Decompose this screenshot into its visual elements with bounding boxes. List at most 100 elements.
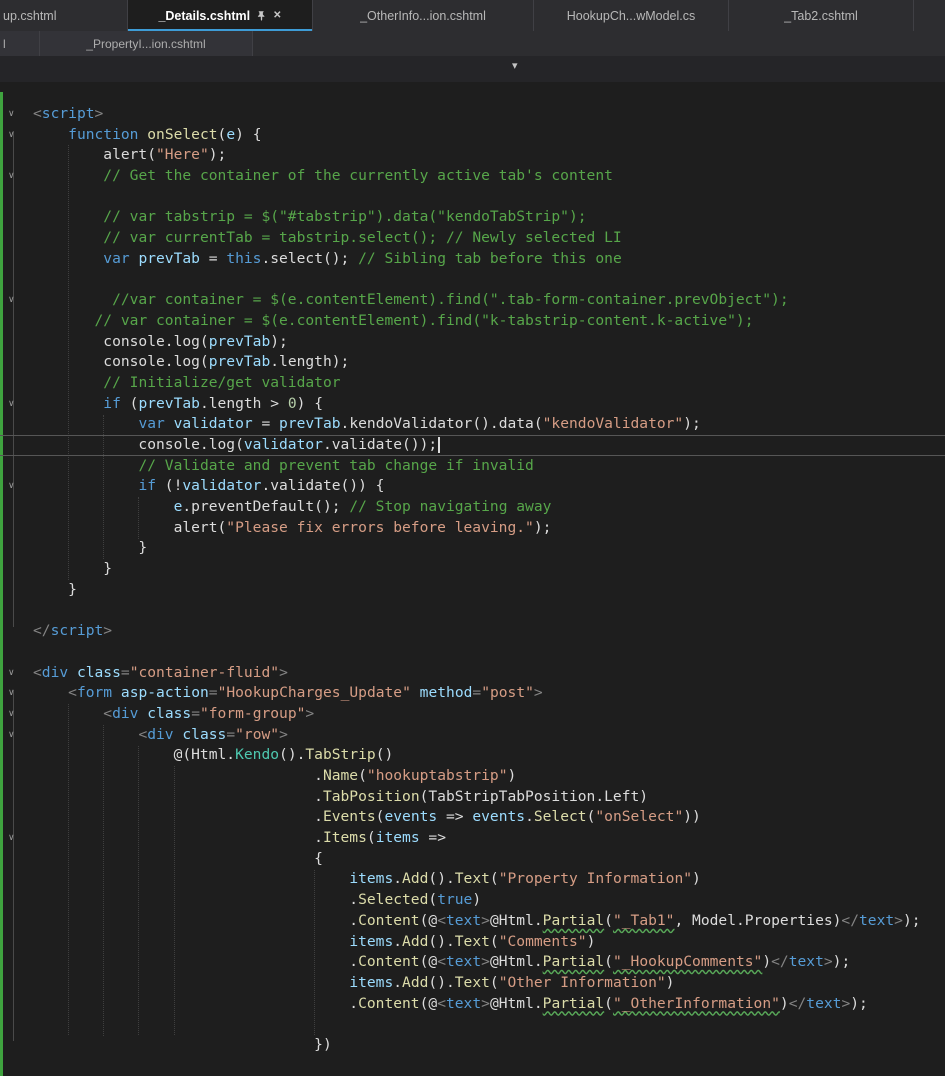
code-line[interactable]: }) [0,1035,945,1056]
tab-row-1: up.cshtml _Details.cshtml ✕ _OtherInfo...io… [0,0,945,31]
code-line[interactable]: var prevTab = this.select(); // Sibling … [0,249,945,270]
code-line[interactable]: .Name("hookuptabstrip") [0,766,945,787]
code-line[interactable] [0,1014,945,1035]
code-line[interactable]: ∨ <div class="container-fluid"> [0,663,945,684]
code-line[interactable]: ∨ <div class="form-group"> [0,704,945,725]
gutter-margin [0,518,33,539]
code-line[interactable]: ∨ // Get the container of the currently … [0,166,945,187]
code-line[interactable]: // Initialize/get validator [0,373,945,394]
gutter-margin [0,642,33,663]
fold-chevron-icon[interactable]: ∨ [0,704,33,725]
pin-icon[interactable] [256,10,267,22]
code-line[interactable]: ∨ if (prevTab.length > 0) { [0,394,945,415]
code-text: // var tabstrip = $("#tabstrip").data("k… [103,208,587,226]
code-editor[interactable]: ∨ <script> ∨ function onSelect(e) { alert(… [0,82,945,1076]
code-line[interactable]: console.log(prevTab); [0,332,945,353]
code-line[interactable]: // var currentTab = tabstrip.select(); /… [0,228,945,249]
doc-tab--propertyi-ion-cshtml[interactable]: _PropertyI...ion.cshtml [40,31,253,56]
gutter-margin [0,559,33,580]
fold-chevron-icon[interactable]: ∨ [0,725,33,746]
code-line[interactable] [0,642,945,663]
code-line[interactable]: .Content(@<text>@Html.Partial("_OtherInf… [0,994,945,1015]
doc-tab--otherinfo-ion-cshtml[interactable]: _OtherInfo...ion.cshtml [313,0,534,31]
doc-tab-l[interactable]: l [0,31,40,56]
fold-chevron-icon[interactable]: ∨ [0,683,33,704]
code-line[interactable]: // Validate and prevent tab change if in… [0,456,945,477]
code-line[interactable] [0,187,945,208]
gutter-margin [0,973,33,994]
code-line[interactable]: ∨ function onSelect(e) { [0,125,945,146]
tab-label: _OtherInfo...ion.cshtml [360,8,486,23]
doc-tab--details-cshtml[interactable]: _Details.cshtml ✕ [128,0,313,31]
code-text: console.log(prevTab.length); [33,353,350,371]
code-line[interactable]: // var tabstrip = $("#tabstrip").data("k… [0,207,945,228]
gutter-margin [0,601,33,622]
fold-chevron-icon[interactable]: ∨ [0,828,33,849]
code-line[interactable]: alert("Here"); [0,145,945,166]
doc-tab--tab1-csht[interactable]: _Tab1.csht [914,0,945,31]
code-line[interactable]: ∨ <form asp-action="HookupCharges_Update… [0,683,945,704]
code-text: items.Add().Text("Other Information") [349,973,675,991]
fold-chevron-icon[interactable]: ∨ [0,290,33,311]
fold-chevron-icon[interactable]: ∨ [0,663,33,684]
code-text: <div class="row"> [138,725,288,743]
chevron-down-icon[interactable]: ▾ [512,61,518,72]
doc-tab-hookupch-wmodel-cs[interactable]: HookupCh...wModel.cs [534,0,729,31]
code-line[interactable] [0,601,945,622]
code-line[interactable]: { [0,849,945,870]
code-line[interactable]: .Events(events => events.Select("onSelec… [0,807,945,828]
gutter-margin [0,270,33,291]
code-line[interactable]: } [0,538,945,559]
code-lines: ∨ <script> ∨ function onSelect(e) { alert(… [0,104,945,1056]
gutter-margin [0,621,33,642]
code-line[interactable]: .Content(@<text>@Html.Partial("_Tab1", M… [0,911,945,932]
code-line[interactable]: items.Add().Text("Other Information") [0,973,945,994]
gutter-margin [0,849,33,870]
gutter-margin [0,249,33,270]
code-line[interactable] [0,270,945,291]
code-line[interactable]: alert("Please fix errors before leaving.… [0,518,945,539]
navigation-bar: ▾ [0,56,945,82]
gutter-margin [0,787,33,808]
code-text: // var container = $(e.contentElement).f… [94,311,754,329]
code-line[interactable]: ∨ <script> [0,104,945,125]
code-line[interactable]: console.log(prevTab.length); [0,352,945,373]
fold-chevron-icon[interactable]: ∨ [0,394,33,415]
gutter-margin [0,373,33,394]
code-text: // Validate and prevent tab change if in… [138,456,534,474]
code-line[interactable]: e.preventDefault(); // Stop navigating a… [0,497,945,518]
gutter-margin [0,497,33,518]
code-line[interactable]: items.Add().Text("Property Information") [0,869,945,890]
code-line[interactable]: ∨ //var container = $(e.contentElement).… [0,290,945,311]
code-line[interactable]: ∨ if (!validator.validate()) { [0,476,945,497]
code-line[interactable]: var validator = prevTab.kendoValidator()… [0,414,945,435]
code-line[interactable]: .TabPosition(TabStripTabPosition.Left) [0,787,945,808]
tab-label: _Tab2.cshtml [784,8,858,23]
code-line[interactable]: // var container = $(e.contentElement).f… [0,311,945,332]
fold-chevron-icon[interactable]: ∨ [0,125,33,146]
gutter-margin [0,538,33,559]
code-line[interactable]: .Content(@<text>@Html.Partial("_HookupCo… [0,952,945,973]
close-icon[interactable]: ✕ [273,10,281,21]
code-text: console.log(validator.validate()); [33,435,441,456]
gutter-margin [0,932,33,953]
code-line[interactable]: ∨ <div class="row"> [0,725,945,746]
code-line[interactable]: </script> [0,621,945,642]
code-text: .Name("hookuptabstrip") [33,767,517,784]
code-text: } [33,560,113,578]
code-line[interactable]: .Selected(true) [0,890,945,911]
fold-chevron-icon[interactable]: ∨ [0,104,33,125]
doc-tab-up-cshtml[interactable]: up.cshtml [0,0,128,31]
code-line[interactable]: console.log(validator.validate()); [0,435,945,456]
code-line[interactable]: items.Add().Text("Comments") [0,932,945,953]
tab-row-2: l _PropertyI...ion.cshtml [0,31,945,56]
tab-label: HookupCh...wModel.cs [566,8,696,23]
fold-chevron-icon[interactable]: ∨ [0,476,33,497]
gutter-margin [0,745,33,766]
code-line[interactable]: @(Html.Kendo().TabStrip() [0,745,945,766]
code-line[interactable]: ∨ .Items(items => [0,828,945,849]
code-line[interactable]: } [0,559,945,580]
doc-tab--tab2-cshtml[interactable]: _Tab2.cshtml [729,0,914,31]
code-line[interactable]: } [0,580,945,601]
fold-chevron-icon[interactable]: ∨ [0,166,33,187]
